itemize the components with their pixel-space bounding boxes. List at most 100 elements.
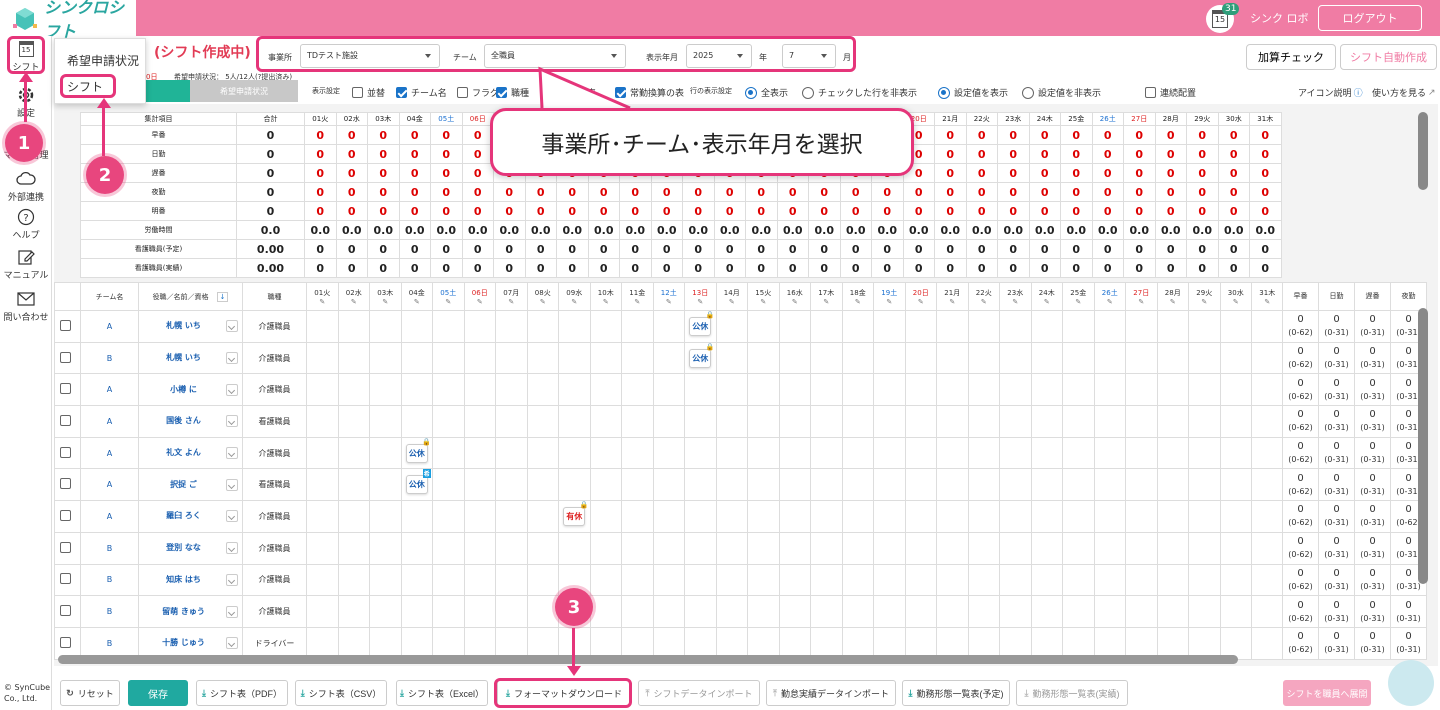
row-checkbox-cell[interactable]: [54, 373, 81, 407]
shift-cell[interactable]: [904, 500, 937, 533]
shift-cell[interactable]: [1219, 595, 1252, 628]
shift-cell[interactable]: [873, 405, 906, 438]
shift-cell[interactable]: [1188, 563, 1221, 597]
chevron-down-icon[interactable]: [226, 605, 238, 618]
shift-cell[interactable]: [432, 500, 465, 533]
shift-cell[interactable]: [747, 595, 780, 628]
shift-cell[interactable]: [400, 341, 433, 375]
save-button[interactable]: 保存: [128, 680, 188, 706]
shift-cell[interactable]: [1125, 310, 1158, 343]
shift-cell[interactable]: [432, 373, 465, 407]
checkbox-option[interactable]: フラグ: [457, 86, 499, 99]
shift-cell[interactable]: [495, 310, 528, 343]
pencil-icon[interactable]: ✎: [1095, 298, 1125, 306]
shift-cell[interactable]: [999, 563, 1032, 597]
shift-cell[interactable]: [936, 595, 969, 628]
shift-cell[interactable]: [400, 500, 433, 533]
shift-cell[interactable]: [841, 436, 874, 470]
shift-cell[interactable]: [526, 373, 559, 407]
shift-cell[interactable]: [621, 405, 654, 438]
shift-cell[interactable]: [1062, 373, 1095, 407]
pencil-icon[interactable]: ✎: [1158, 298, 1188, 306]
pencil-icon[interactable]: ✎: [843, 298, 873, 306]
shift-cell[interactable]: [841, 405, 874, 438]
row-checkbox-cell[interactable]: [54, 531, 81, 565]
chevron-down-icon[interactable]: [226, 447, 238, 460]
shift-cell[interactable]: [369, 341, 402, 375]
shift-cell[interactable]: [337, 531, 370, 565]
shift-cell[interactable]: [841, 500, 874, 533]
shift-cell[interactable]: [400, 595, 433, 628]
chevron-down-icon[interactable]: [226, 573, 238, 586]
shift-cell[interactable]: [873, 436, 906, 470]
row-checkbox-cell[interactable]: [54, 500, 81, 533]
pencil-icon[interactable]: ✎: [591, 298, 621, 306]
shift-cell[interactable]: [904, 341, 937, 375]
shift-cell[interactable]: [337, 341, 370, 375]
checkbox-icon[interactable]: [60, 636, 71, 648]
shift-cell[interactable]: [715, 563, 748, 597]
pencil-icon[interactable]: ✎: [1126, 298, 1156, 306]
shift-cell[interactable]: [337, 373, 370, 407]
shift-cell[interactable]: [747, 341, 780, 375]
shift-cell[interactable]: [778, 500, 811, 533]
shift-cell[interactable]: [1093, 468, 1126, 502]
chevron-down-icon[interactable]: [226, 383, 238, 396]
day-header[interactable]: 24木 ✎: [1030, 282, 1063, 311]
shift-cell[interactable]: [873, 373, 906, 407]
staff-name[interactable]: 登別 なな: [166, 543, 201, 552]
shift-cell[interactable]: [967, 468, 1000, 502]
shift-cell[interactable]: [810, 500, 843, 533]
pencil-icon[interactable]: ✎: [811, 298, 841, 306]
day-header[interactable]: 18金 ✎: [841, 282, 874, 311]
shift-cell[interactable]: [621, 595, 654, 628]
staff-name[interactable]: 礼文 よん: [166, 448, 201, 457]
shift-cell[interactable]: [967, 405, 1000, 438]
chevron-down-icon[interactable]: [226, 542, 238, 555]
shift-cell[interactable]: [526, 405, 559, 438]
shift-cell[interactable]: [589, 563, 622, 597]
row-checkbox-cell[interactable]: [54, 436, 81, 470]
day-header[interactable]: 01火 ✎: [306, 282, 339, 311]
shift-cell[interactable]: [999, 373, 1032, 407]
shift-cell[interactable]: [1156, 373, 1189, 407]
shift-cell[interactable]: [936, 405, 969, 438]
import-button[interactable]: ⤒ シフトデータインポート: [638, 680, 760, 706]
shift-cell[interactable]: [369, 500, 402, 533]
name-cell[interactable]: 知床 はち: [138, 563, 243, 597]
shift-cell[interactable]: [1251, 341, 1284, 375]
shift-cell[interactable]: [589, 595, 622, 628]
shift-cell[interactable]: [810, 468, 843, 502]
shift-cell[interactable]: [1156, 500, 1189, 533]
staff-name[interactable]: 十勝 じゅう: [162, 638, 205, 647]
shift-cell[interactable]: [810, 310, 843, 343]
shift-cell[interactable]: [810, 436, 843, 470]
day-header[interactable]: 11金 ✎: [621, 282, 654, 311]
shift-cell[interactable]: [400, 531, 433, 565]
auto-create-button[interactable]: シフト自動作成: [1340, 44, 1437, 70]
staff-name[interactable]: 知床 はち: [166, 575, 201, 584]
pencil-icon[interactable]: ✎: [748, 298, 778, 306]
shift-cell[interactable]: [999, 531, 1032, 565]
name-cell[interactable]: 登別 なな: [138, 531, 243, 565]
shift-cell[interactable]: [1251, 563, 1284, 597]
shift-cell[interactable]: [1125, 468, 1158, 502]
shift-cell[interactable]: [495, 373, 528, 407]
shift-cell[interactable]: [1030, 373, 1063, 407]
shift-cell[interactable]: [810, 563, 843, 597]
shift-cell[interactable]: [495, 500, 528, 533]
table-scrollbar[interactable]: [1418, 308, 1428, 584]
shift-cell[interactable]: [1093, 563, 1126, 597]
shift-cell[interactable]: [1251, 405, 1284, 438]
shift-cell[interactable]: [369, 531, 402, 565]
shift-cell[interactable]: [1251, 373, 1284, 407]
shift-cell[interactable]: [904, 595, 937, 628]
day-header[interactable]: 02水 ✎: [337, 282, 370, 311]
shift-cell[interactable]: [463, 563, 496, 597]
shift-cell[interactable]: [684, 373, 717, 407]
shift-cell[interactable]: [873, 531, 906, 565]
pencil-icon[interactable]: ✎: [874, 298, 904, 306]
shift-cell[interactable]: [1030, 468, 1063, 502]
shift-cell[interactable]: [432, 310, 465, 343]
staff-name[interactable]: 国後 さん: [166, 416, 201, 425]
